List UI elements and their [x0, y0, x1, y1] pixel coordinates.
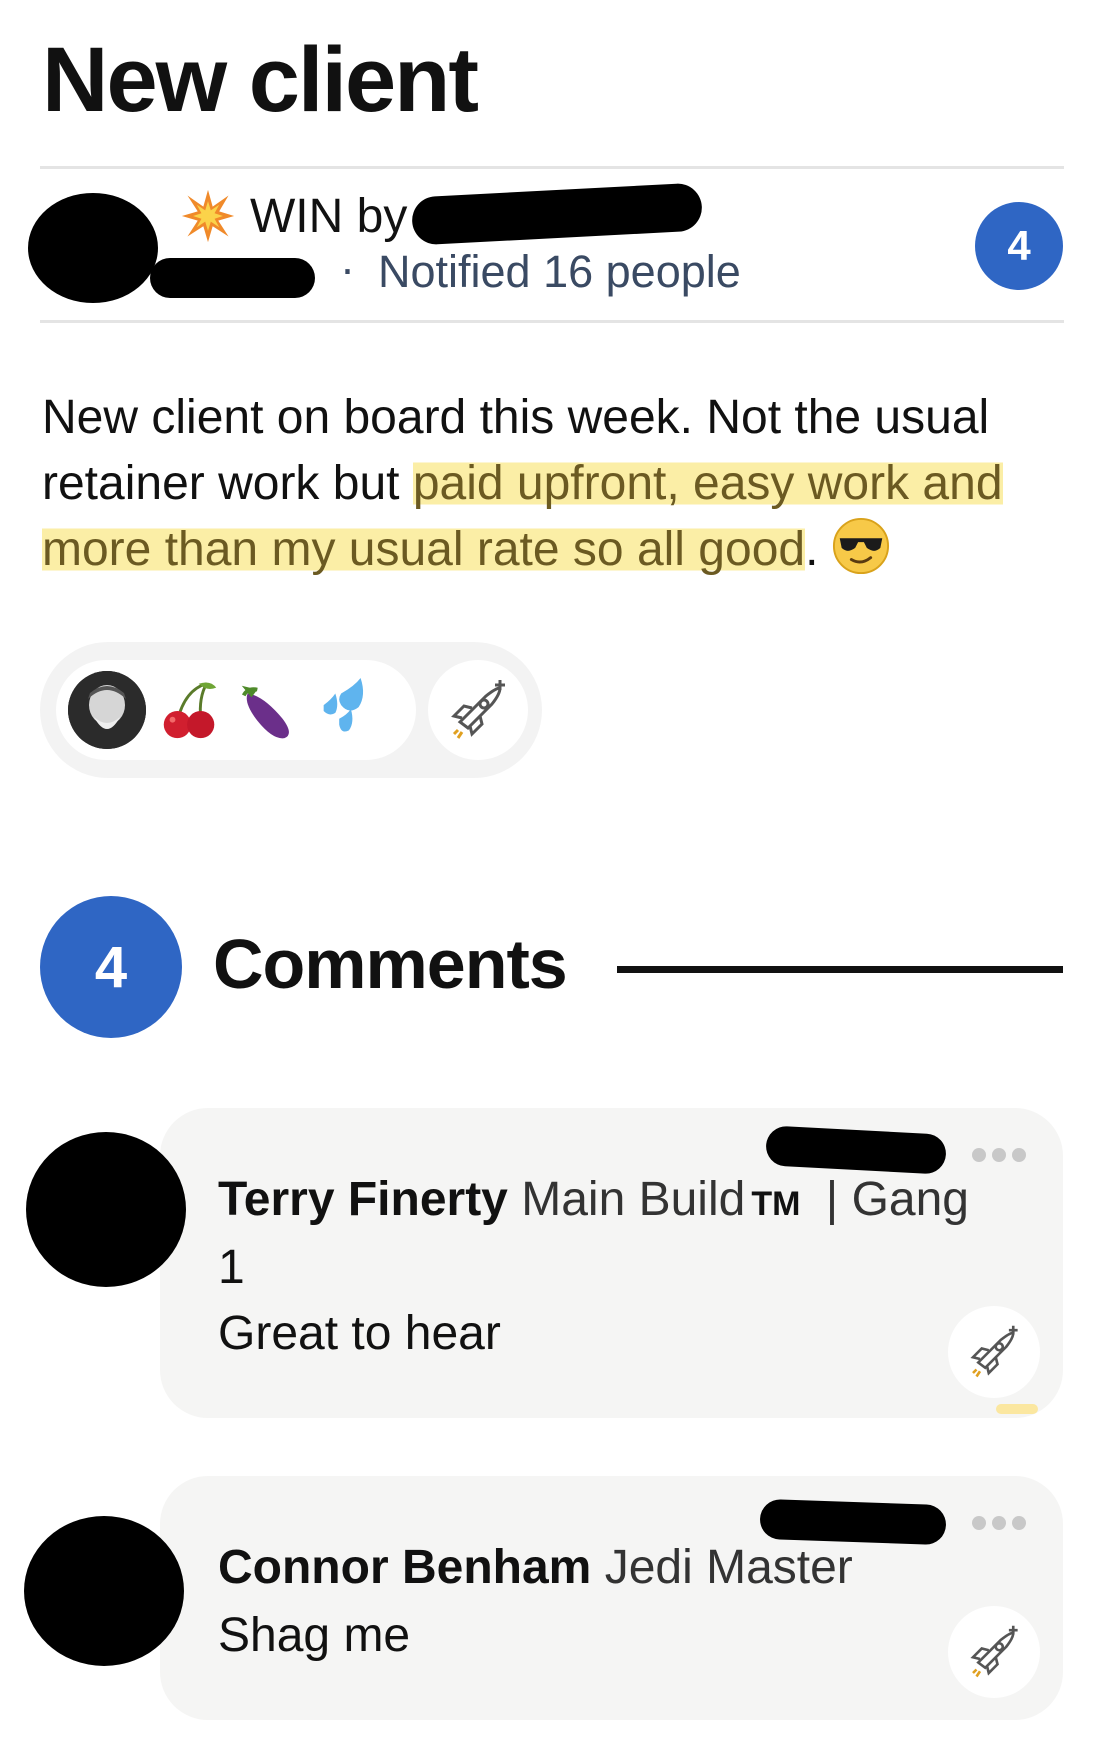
sweat-droplets-emoji [323, 677, 364, 732]
comment-author-line: Terry Finerty Main Build TM | Gang [218, 1168, 1018, 1236]
comment-author[interactable]: Connor Benham [218, 1541, 591, 1594]
sunglasses-emoji [833, 517, 890, 575]
highlight-mark [996, 1404, 1038, 1414]
author-avatar-redacted[interactable] [28, 193, 158, 303]
reaction-summary[interactable] [56, 660, 416, 760]
cherries-emoji [163, 682, 217, 739]
rocket-plus-icon [451, 680, 505, 739]
notified-count[interactable]: Notified 16 people [378, 246, 741, 298]
explosion-icon [181, 189, 235, 243]
divider [40, 320, 1064, 323]
avatar[interactable] [68, 671, 146, 749]
comment-role: Jedi Master [604, 1541, 853, 1594]
add-reaction-button[interactable] [428, 660, 528, 760]
post-category: WIN by [180, 188, 407, 244]
post-body: New client on board this week. Not the u… [42, 385, 1082, 583]
divider [40, 166, 1064, 169]
comment-count-badge[interactable]: 4 [975, 202, 1063, 290]
comments-heading: Comments [213, 925, 568, 1003]
comment-group-line2: 1 [218, 1241, 245, 1294]
author-handle-redacted [150, 258, 315, 298]
comments-count-badge: 4 [40, 896, 182, 1038]
post-body-trailing: . [805, 523, 819, 576]
rocket-plus-icon [970, 1325, 1018, 1378]
rocket-plus-icon [970, 1625, 1018, 1678]
avatar-redacted[interactable] [24, 1516, 184, 1666]
page-title: New client [42, 29, 479, 131]
comment-role-tm: TM [751, 1185, 801, 1223]
eggplant-emoji [241, 685, 289, 739]
comments-rule [617, 966, 1063, 973]
comment-react-button[interactable] [948, 1306, 1040, 1398]
comment-group: | Gang [825, 1173, 969, 1226]
comment-author[interactable]: Terry Finerty [218, 1173, 508, 1226]
meta-separator: · [340, 243, 355, 294]
avatar-redacted[interactable] [26, 1132, 186, 1287]
author-name-redacted[interactable] [410, 182, 704, 246]
comment-author-line: Connor Benham Jedi Master [218, 1536, 1018, 1600]
comment-text: Shag me [218, 1609, 411, 1662]
comment-text: Great to hear [218, 1307, 501, 1360]
more-options-icon[interactable] [972, 1516, 1026, 1530]
comment-role: Main Build [521, 1173, 746, 1226]
more-options-icon[interactable] [972, 1148, 1026, 1162]
category-label: WIN by [250, 189, 408, 243]
comment-react-button[interactable] [948, 1606, 1040, 1698]
